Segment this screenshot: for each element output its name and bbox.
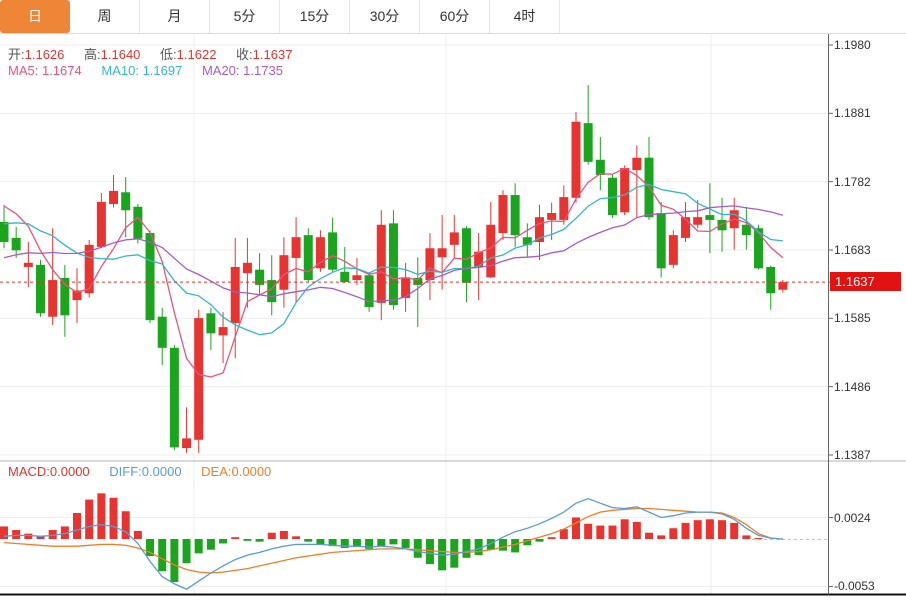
- timeframe-tab-2[interactable]: 月: [140, 0, 210, 33]
- gridlines: [0, 34, 828, 595]
- open-label: 开:: [8, 47, 25, 62]
- macd-histogram: [0, 493, 763, 582]
- ma5-value: 1.1674: [42, 63, 82, 78]
- ma5-label: MA5:: [8, 63, 38, 78]
- price-tick-2: 1.1782: [834, 175, 904, 189]
- kline-svg: [0, 0, 906, 601]
- macd-readout: MACD:0.0000 DIFF:0.0000 DEA:0.0000: [8, 464, 287, 479]
- open-value: 1.1626: [25, 47, 65, 62]
- timeframe-tabbar: 日周月5分15分30分60分4时: [0, 0, 906, 34]
- ma-readout: MA5: 1.1674 MA10: 1.1697 MA20: 1.1735: [8, 63, 299, 78]
- close-value: 1.1637: [253, 47, 293, 62]
- price-tick-5: 1.1486: [834, 380, 904, 394]
- ma20-label: MA20:: [202, 63, 240, 78]
- ma10-value: 1.1697: [143, 63, 183, 78]
- candlestick-series: [0, 85, 787, 453]
- dea-value: 0.0000: [232, 464, 272, 479]
- price-tick-6: 1.1387: [834, 448, 904, 462]
- macd-value: 0.0000: [50, 464, 90, 479]
- chart-area[interactable]: [0, 0, 906, 601]
- ohlc-readout: 开:1.1626 高:1.1640 低:1.1622 收:1.1637: [8, 44, 308, 63]
- kline-chart-app: 日周月5分15分30分60分4时 开:1.1626 高:1.1640 低:1.1…: [0, 0, 906, 601]
- price-axis: [828, 34, 833, 595]
- ma10-label: MA10:: [101, 63, 139, 78]
- macd-tick-0: 0.0024: [834, 511, 904, 525]
- timeframe-tab-5[interactable]: 30分: [350, 0, 420, 33]
- price-tick-1: 1.1881: [834, 106, 904, 120]
- macd-label: MACD:: [8, 464, 50, 479]
- diff-label: DIFF:: [109, 464, 142, 479]
- timeframe-tab-4[interactable]: 15分: [280, 0, 350, 33]
- timeframe-tab-1[interactable]: 周: [70, 0, 140, 33]
- price-tick-4: 1.1585: [834, 311, 904, 325]
- ma20-value: 1.1735: [243, 63, 283, 78]
- close-label: 收:: [236, 47, 253, 62]
- dea-label: DEA:: [201, 464, 231, 479]
- timeframe-tab-3[interactable]: 5分: [210, 0, 280, 33]
- price-tick-3: 1.1683: [834, 243, 904, 257]
- panel-separators: [0, 461, 906, 595]
- high-value: 1.1640: [101, 47, 141, 62]
- timeframe-tab-6[interactable]: 60分: [420, 0, 490, 33]
- timeframe-tab-7[interactable]: 4时: [490, 0, 560, 33]
- low-value: 1.1622: [177, 47, 217, 62]
- low-label: 低:: [160, 47, 177, 62]
- high-label: 高:: [84, 47, 101, 62]
- diff-value: 0.0000: [142, 464, 182, 479]
- macd-tick-1: -0.0053: [834, 579, 904, 593]
- price-tick-0: 1.1980: [834, 38, 904, 52]
- timeframe-tab-0[interactable]: 日: [0, 0, 70, 33]
- last-price-tag: 1.1637: [830, 272, 901, 291]
